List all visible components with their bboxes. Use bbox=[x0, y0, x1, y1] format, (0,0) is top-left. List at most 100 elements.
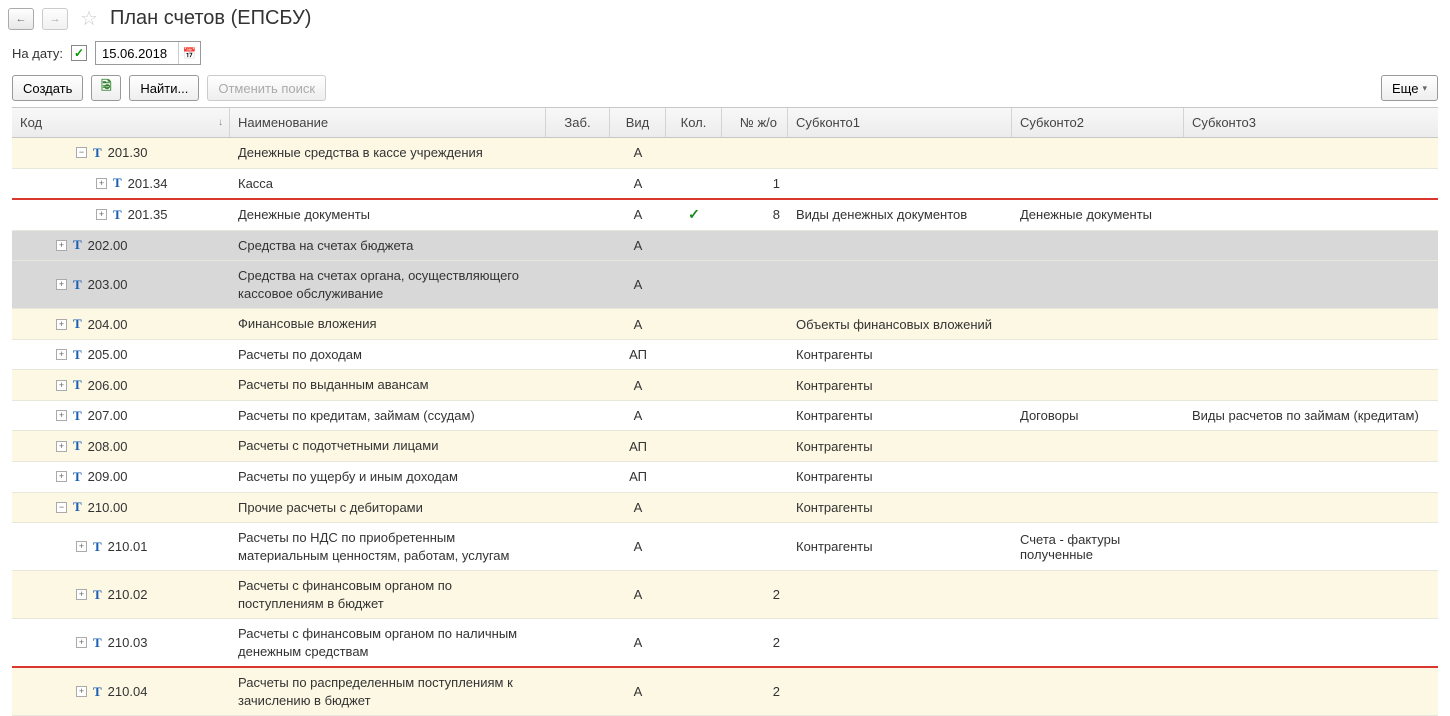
cell-s2: Денежные документы bbox=[1012, 200, 1184, 230]
col-header-kol[interactable]: Кол. bbox=[666, 108, 722, 137]
tree-expander-icon[interactable]: + bbox=[56, 471, 67, 482]
tree-expander-icon[interactable]: + bbox=[56, 240, 67, 251]
account-type-icon: Т bbox=[73, 277, 82, 293]
tree-expander-icon[interactable]: + bbox=[96, 209, 107, 220]
tree-expander-icon[interactable]: − bbox=[76, 147, 87, 158]
table-row[interactable]: +Т203.00Средства на счетах органа, осуще… bbox=[12, 261, 1438, 309]
table-row[interactable]: +Т210.02Расчеты с финансовым органом по … bbox=[12, 571, 1438, 619]
tree-expander-icon[interactable]: + bbox=[56, 279, 67, 290]
cell-s2 bbox=[1012, 619, 1184, 666]
cell-vid: А bbox=[610, 370, 666, 400]
table-row[interactable]: +Т208.00Расчеты с подотчетными лицамиАПК… bbox=[12, 431, 1438, 462]
toolbar: Создать 🗟 Найти... Отменить поиск Еще▾ bbox=[0, 69, 1450, 107]
cell-s1 bbox=[788, 668, 1012, 715]
cell-kol bbox=[666, 571, 722, 618]
tree-expander-icon[interactable]: + bbox=[56, 441, 67, 452]
cell-s3 bbox=[1184, 169, 1438, 199]
cell-kol bbox=[666, 619, 722, 666]
tree-expander-icon[interactable]: + bbox=[56, 319, 67, 330]
col-header-name[interactable]: Наименование bbox=[230, 108, 546, 137]
find-button[interactable]: Найти... bbox=[129, 75, 199, 101]
cell-num bbox=[722, 493, 788, 523]
table-row[interactable]: −Т201.30Денежные средства в кассе учрежд… bbox=[12, 138, 1438, 169]
tree-expander-icon[interactable]: + bbox=[76, 589, 87, 600]
cell-s1: Контрагенты bbox=[788, 370, 1012, 400]
tree-expander-icon[interactable]: + bbox=[76, 637, 87, 648]
cell-s1: Объекты финансовых вложений bbox=[788, 309, 1012, 339]
account-code: 208.00 bbox=[88, 439, 128, 454]
cell-zab bbox=[546, 231, 610, 261]
cell-zab bbox=[546, 431, 610, 461]
col-header-code[interactable]: Код↓ bbox=[12, 108, 230, 137]
check-icon: ✓ bbox=[688, 206, 700, 223]
tree-expander-icon[interactable]: + bbox=[56, 349, 67, 360]
cell-s2 bbox=[1012, 138, 1184, 168]
date-input[interactable] bbox=[96, 46, 178, 61]
col-header-num[interactable]: № ж/о bbox=[722, 108, 788, 137]
tree-expander-icon[interactable]: + bbox=[56, 380, 67, 391]
table-row[interactable]: −Т210.00Прочие расчеты с дебиторамиАКонт… bbox=[12, 493, 1438, 524]
nav-back-button[interactable]: ← bbox=[8, 8, 34, 30]
cell-num bbox=[722, 401, 788, 431]
refresh-button[interactable]: 🗟 bbox=[91, 75, 121, 101]
account-code: 205.00 bbox=[88, 347, 128, 362]
cell-s1 bbox=[788, 619, 1012, 666]
table-row[interactable]: +Т201.35Денежные документыА✓8Виды денежн… bbox=[12, 200, 1438, 231]
cell-num bbox=[722, 309, 788, 339]
table-row[interactable]: +Т201.34КассаА1 bbox=[12, 169, 1438, 201]
tree-expander-icon[interactable]: + bbox=[56, 410, 67, 421]
cell-s3 bbox=[1184, 619, 1438, 666]
cell-name: Расчеты с финансовым органом по наличным… bbox=[230, 619, 546, 666]
account-type-icon: Т bbox=[93, 684, 102, 700]
cell-zab bbox=[546, 668, 610, 715]
cell-code: +Т210.02 bbox=[12, 571, 230, 618]
col-header-zab[interactable]: Заб. bbox=[546, 108, 610, 137]
table-row[interactable]: +Т206.00Расчеты по выданным авансамАКонт… bbox=[12, 370, 1438, 401]
cell-name: Средства на счетах органа, осуществляюще… bbox=[230, 261, 546, 308]
cell-s2 bbox=[1012, 493, 1184, 523]
tree-expander-icon[interactable]: + bbox=[76, 541, 87, 552]
cell-s3 bbox=[1184, 462, 1438, 492]
calendar-icon[interactable]: 📅 bbox=[178, 42, 200, 64]
tree-expander-icon[interactable]: + bbox=[96, 178, 107, 189]
nav-forward-button[interactable]: → bbox=[42, 8, 68, 30]
cell-s3 bbox=[1184, 370, 1438, 400]
tree-expander-icon[interactable]: − bbox=[56, 502, 67, 513]
col-header-s1[interactable]: Субконто1 bbox=[788, 108, 1012, 137]
table-row[interactable]: +Т209.00Расчеты по ущербу и иным доходам… bbox=[12, 462, 1438, 493]
cell-zab bbox=[546, 309, 610, 339]
cell-kol bbox=[666, 261, 722, 308]
tree-expander-icon[interactable]: + bbox=[76, 686, 87, 697]
cell-kol bbox=[666, 523, 722, 570]
cell-vid: АП bbox=[610, 340, 666, 370]
cell-s3 bbox=[1184, 261, 1438, 308]
cell-code: +Т207.00 bbox=[12, 401, 230, 431]
favorite-star-icon[interactable]: ☆ bbox=[80, 6, 98, 31]
cell-num bbox=[722, 462, 788, 492]
col-header-vid[interactable]: Вид bbox=[610, 108, 666, 137]
cell-s2 bbox=[1012, 231, 1184, 261]
table-row[interactable]: +Т202.00Средства на счетах бюджетаА bbox=[12, 231, 1438, 262]
cancel-search-button[interactable]: Отменить поиск bbox=[207, 75, 326, 101]
more-button[interactable]: Еще▾ bbox=[1381, 75, 1438, 101]
cell-num bbox=[722, 138, 788, 168]
table-row[interactable]: +Т205.00Расчеты по доходамАПКонтрагенты bbox=[12, 340, 1438, 371]
account-type-icon: Т bbox=[73, 237, 82, 253]
table-row[interactable]: +Т210.01Расчеты по НДС по приобретенным … bbox=[12, 523, 1438, 571]
cell-vid: А bbox=[610, 668, 666, 715]
date-filter-checkbox[interactable]: ✓ bbox=[71, 45, 87, 61]
account-code: 210.01 bbox=[108, 539, 148, 554]
table-row[interactable]: +Т204.00Финансовые вложенияАОбъекты фина… bbox=[12, 309, 1438, 340]
cell-s3 bbox=[1184, 200, 1438, 230]
table-row[interactable]: +Т210.03Расчеты с финансовым органом по … bbox=[12, 619, 1438, 668]
table-row[interactable]: +Т210.04Расчеты по распределенным поступ… bbox=[12, 668, 1438, 716]
cell-code: +Т203.00 bbox=[12, 261, 230, 308]
table-row[interactable]: +Т207.00Расчеты по кредитам, займам (ссу… bbox=[12, 401, 1438, 432]
cell-zab bbox=[546, 340, 610, 370]
create-button[interactable]: Создать bbox=[12, 75, 83, 101]
account-code: 201.30 bbox=[108, 145, 148, 160]
cell-name: Средства на счетах бюджета bbox=[230, 231, 546, 261]
col-header-s3[interactable]: Субконто3 bbox=[1184, 108, 1438, 137]
refresh-icon: 🗟 bbox=[101, 77, 111, 99]
col-header-s2[interactable]: Субконто2 bbox=[1012, 108, 1184, 137]
